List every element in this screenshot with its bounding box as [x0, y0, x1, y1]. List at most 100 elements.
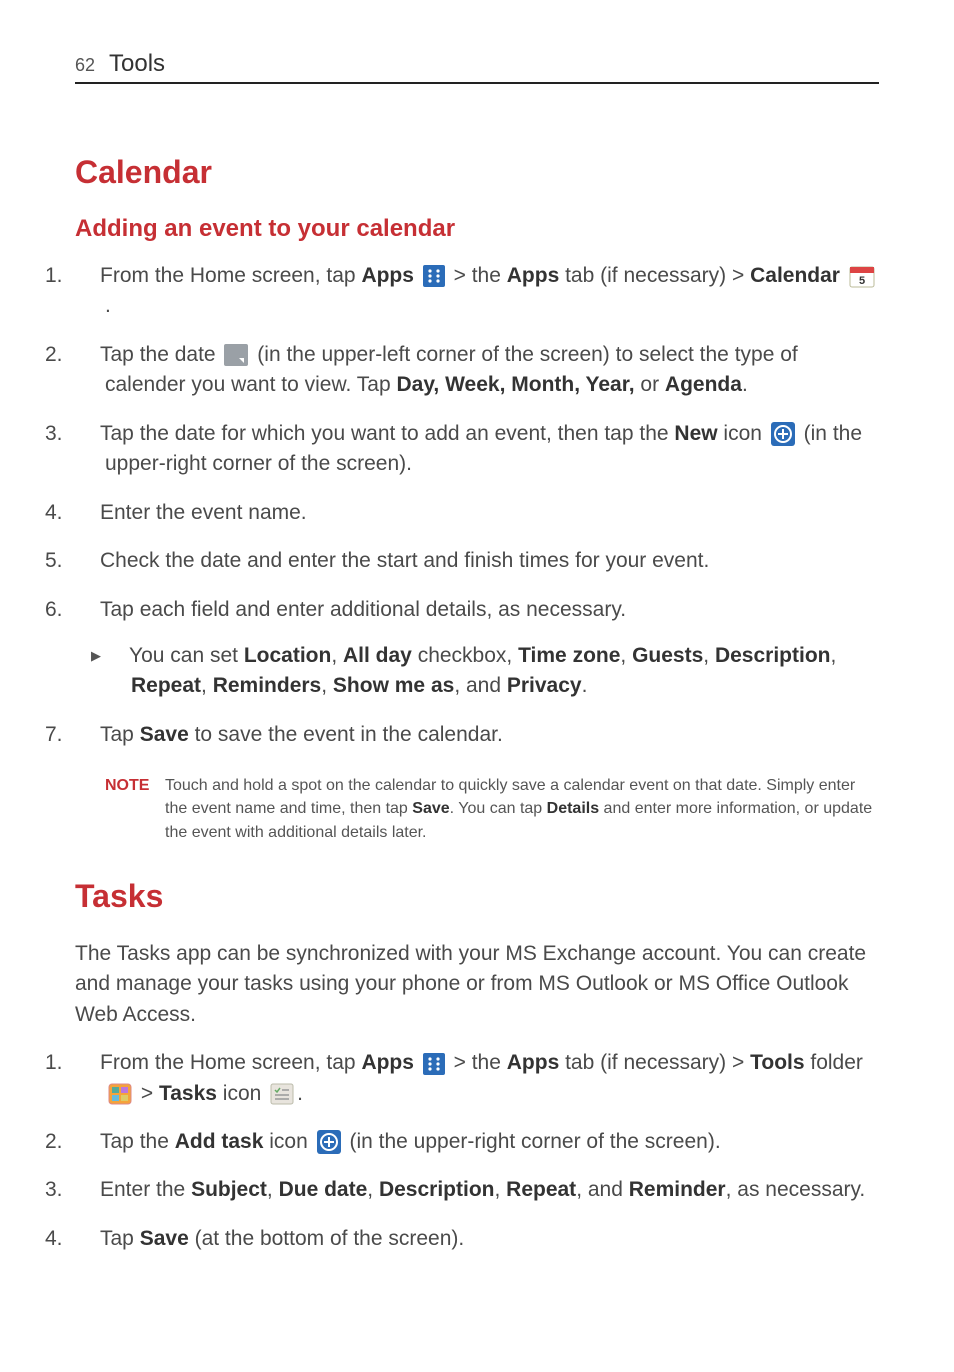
text: , — [830, 644, 836, 667]
text: . — [297, 1082, 303, 1105]
calendar-step-6-bullet: ▶You can set Location, All day checkbox,… — [75, 641, 879, 702]
text-bold: Day, Week, Month, Year, — [396, 373, 634, 396]
text-bold: Details — [547, 800, 599, 817]
text-bold: Calendar — [750, 264, 840, 287]
calendar-step-3: 3.Tap the date for which you want to add… — [75, 419, 879, 480]
tasks-intro: The Tasks app can be synchronized with y… — [75, 939, 879, 1030]
text-bold: Show me as — [333, 674, 454, 697]
text: checkbox, — [412, 644, 518, 667]
text-bold: Time zone — [518, 644, 620, 667]
text: Check the date and enter the start and f… — [100, 549, 709, 572]
text: . — [582, 674, 588, 697]
text: , — [267, 1178, 279, 1201]
calendar-steps-list-cont: 7.Tap Save to save the event in the cale… — [75, 720, 879, 750]
step-number: 5. — [75, 546, 100, 576]
text: , — [703, 644, 715, 667]
text: Enter the event name. — [100, 501, 307, 524]
text: tab (if necessary) > — [559, 1051, 750, 1074]
header-title: Tools — [109, 50, 165, 78]
calendar-app-icon: 5 — [849, 264, 875, 288]
text-bold: Apps — [507, 264, 560, 287]
step-number: 3. — [75, 419, 100, 449]
step-number: 2. — [75, 1127, 100, 1157]
step-number: 3. — [75, 1175, 100, 1205]
text: folder — [805, 1051, 863, 1074]
text: tab (if necessary) > — [559, 264, 750, 287]
step-number: 1. — [75, 261, 100, 291]
text: or — [635, 373, 665, 396]
text-bold: Guests — [632, 644, 703, 667]
text: Tap the date — [100, 343, 221, 366]
text: (at the bottom of the screen). — [189, 1227, 464, 1250]
step-number: 1. — [75, 1048, 100, 1078]
text-bold: New — [674, 422, 717, 445]
text: > the — [454, 1051, 507, 1074]
section-tasks-title: Tasks — [75, 878, 879, 915]
text-bold: Apps — [361, 1051, 414, 1074]
document-page: 62 Tools Calendar Adding an event to you… — [0, 0, 954, 1318]
text-bold: Description — [715, 644, 831, 667]
tasks-step-1: 1.From the Home screen, tap Apps > the A… — [75, 1048, 879, 1109]
text: Enter the — [100, 1178, 191, 1201]
calendar-note: NOTE Touch and hold a spot on the calend… — [75, 774, 879, 844]
text: , — [201, 674, 213, 697]
text: icon — [217, 1082, 267, 1105]
date-dropdown-icon — [224, 344, 248, 366]
text-bold: Save — [140, 723, 189, 746]
text-bold: Repeat — [131, 674, 201, 697]
text: > the — [454, 264, 507, 287]
note-label: NOTE — [105, 774, 165, 844]
calendar-step-4: 4.Enter the event name. — [75, 498, 879, 528]
subsection-adding-event: Adding an event to your calendar — [75, 215, 879, 243]
text-bold: Reminder — [629, 1178, 726, 1201]
calendar-step-7: 7.Tap Save to save the event in the cale… — [75, 720, 879, 750]
text: . You can tap — [450, 800, 547, 817]
calendar-steps-list: 1.From the Home screen, tap Apps > the A… — [75, 261, 879, 625]
step-number: 2. — [75, 340, 100, 370]
page-header: 62 Tools — [75, 50, 879, 84]
calendar-step-5: 5.Check the date and enter the start and… — [75, 546, 879, 576]
text: Tap the — [100, 1130, 175, 1153]
text: icon — [263, 1130, 313, 1153]
text: , — [620, 644, 632, 667]
plus-add-icon — [317, 1130, 341, 1154]
text-bold: Reminders — [213, 674, 322, 697]
text: , — [321, 674, 333, 697]
text-bold: Description — [379, 1178, 495, 1201]
text: Tap — [100, 723, 140, 746]
text-bold: Subject — [191, 1178, 267, 1201]
calendar-step-1: 1.From the Home screen, tap Apps > the A… — [75, 261, 879, 322]
text: icon — [718, 422, 768, 445]
calendar-step-2: 2.Tap the date (in the upper-left corner… — [75, 340, 879, 401]
text: , — [331, 644, 343, 667]
page-number: 62 — [75, 55, 95, 76]
text-bold: Add task — [175, 1130, 264, 1153]
text: , — [494, 1178, 506, 1201]
text-bold: Apps — [507, 1051, 560, 1074]
text-bold: Agenda — [665, 373, 742, 396]
text-bold: Apps — [361, 264, 414, 287]
text: , — [367, 1178, 379, 1201]
step-number: 7. — [75, 720, 100, 750]
calendar-step-6: 6.Tap each field and enter additional de… — [75, 595, 879, 625]
tools-folder-icon — [108, 1083, 132, 1105]
text: , and — [454, 674, 507, 697]
tasks-step-3: 3.Enter the Subject, Due date, Descripti… — [75, 1175, 879, 1205]
text-bold: Due date — [279, 1178, 368, 1201]
text-bold: Tasks — [159, 1082, 217, 1105]
text: > — [141, 1082, 159, 1105]
text: You can set — [129, 644, 244, 667]
svg-text:5: 5 — [859, 275, 865, 287]
apps-grid-icon — [423, 1053, 445, 1075]
text-bold: Repeat — [506, 1178, 576, 1201]
text: From the Home screen, tap — [100, 264, 361, 287]
text-bold: Save — [140, 1227, 189, 1250]
step-number: 6. — [75, 595, 100, 625]
text-bold: All day — [343, 644, 412, 667]
text: Tap — [100, 1227, 140, 1250]
text: Tap each field and enter additional deta… — [100, 598, 626, 621]
text: . — [105, 294, 111, 317]
text-bold: Tools — [750, 1051, 804, 1074]
plus-add-icon — [771, 422, 795, 446]
apps-grid-icon — [423, 265, 445, 287]
